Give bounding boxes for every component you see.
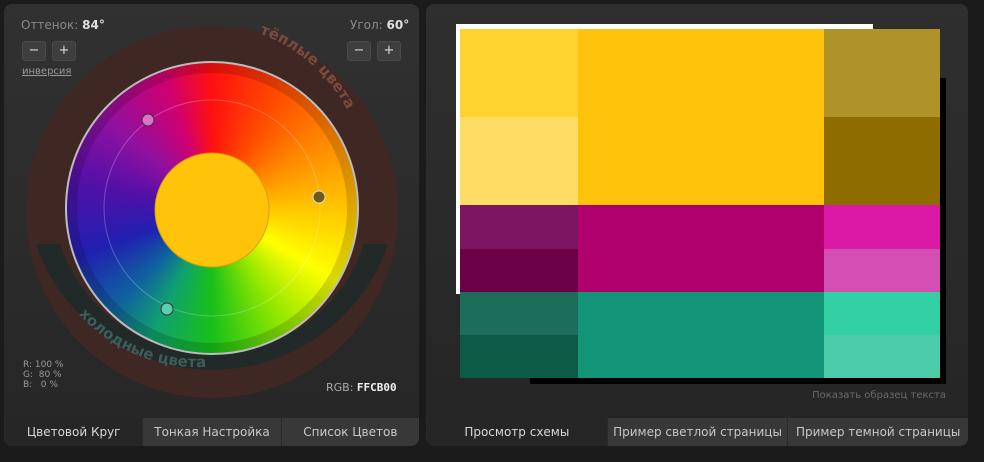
swatch-magenta-light-2[interactable] bbox=[824, 249, 940, 292]
color-marker-1[interactable] bbox=[141, 113, 155, 127]
tab-scheme-preview[interactable]: Просмотр схемы bbox=[426, 418, 607, 446]
tab-light-page-example[interactable]: Пример светлой страницы bbox=[606, 418, 788, 446]
swatch-magenta-dark-2[interactable] bbox=[460, 249, 578, 292]
swatch-yellow-dark-1[interactable] bbox=[824, 29, 940, 117]
tab-dark-page-example[interactable]: Пример темной страницы bbox=[787, 418, 968, 446]
swatch-yellow-main[interactable] bbox=[578, 29, 824, 205]
rgb-hex-value[interactable]: FFCB00 bbox=[357, 381, 397, 394]
scheme-preview-panel: Показать образец текста Просмотр схемы П… bbox=[426, 4, 968, 446]
swatch-magenta-main[interactable] bbox=[578, 205, 824, 292]
color-wheel-panel: Оттенок: 84° − + инверсия Угол: 60° − + … bbox=[4, 4, 419, 446]
swatch-magenta-light-1[interactable] bbox=[824, 205, 940, 249]
color-marker-3[interactable] bbox=[160, 302, 174, 316]
tab-fine-tuning[interactable]: Тонкая Настройка bbox=[142, 418, 281, 446]
rgb-label: RGB: bbox=[326, 381, 354, 394]
swatch-teal-light-1[interactable] bbox=[824, 292, 940, 335]
swatch-yellow-light-1[interactable] bbox=[460, 29, 578, 117]
tab-color-wheel[interactable]: Цветовой Круг bbox=[4, 418, 143, 446]
color-marker-2[interactable] bbox=[312, 190, 326, 204]
rgb-hex-readout: RGB: FFCB00 bbox=[326, 381, 397, 394]
rgb-g: G: 80 % bbox=[23, 370, 62, 380]
tab-color-list[interactable]: Список Цветов bbox=[280, 418, 419, 446]
rgb-percentages: R: 100 % G: 80 % B: 0 % bbox=[23, 360, 63, 390]
swatch-teal-main[interactable] bbox=[578, 292, 824, 378]
swatch-yellow-light-2[interactable] bbox=[460, 117, 578, 205]
swatch-yellow-dark-2[interactable] bbox=[824, 117, 940, 205]
left-tabbar: Цветовой Круг Тонкая Настройка Список Цв… bbox=[4, 418, 419, 446]
rgb-b: B: 0 % bbox=[23, 380, 58, 390]
rgb-r: R: 100 % bbox=[23, 360, 64, 370]
swatch-teal-light-2[interactable] bbox=[824, 335, 940, 378]
selected-color-disc bbox=[154, 152, 270, 268]
right-tabbar: Просмотр схемы Пример светлой страницы П… bbox=[426, 418, 968, 446]
color-wheel[interactable]: тёплые цвета холодные цвета bbox=[4, 4, 419, 414]
swatch-teal-dark-1[interactable] bbox=[460, 292, 578, 335]
show-sample-text-link[interactable]: Показать образец текста bbox=[812, 390, 946, 401]
swatch-magenta-dark-1[interactable] bbox=[460, 205, 578, 249]
swatch-teal-dark-2[interactable] bbox=[460, 335, 578, 378]
